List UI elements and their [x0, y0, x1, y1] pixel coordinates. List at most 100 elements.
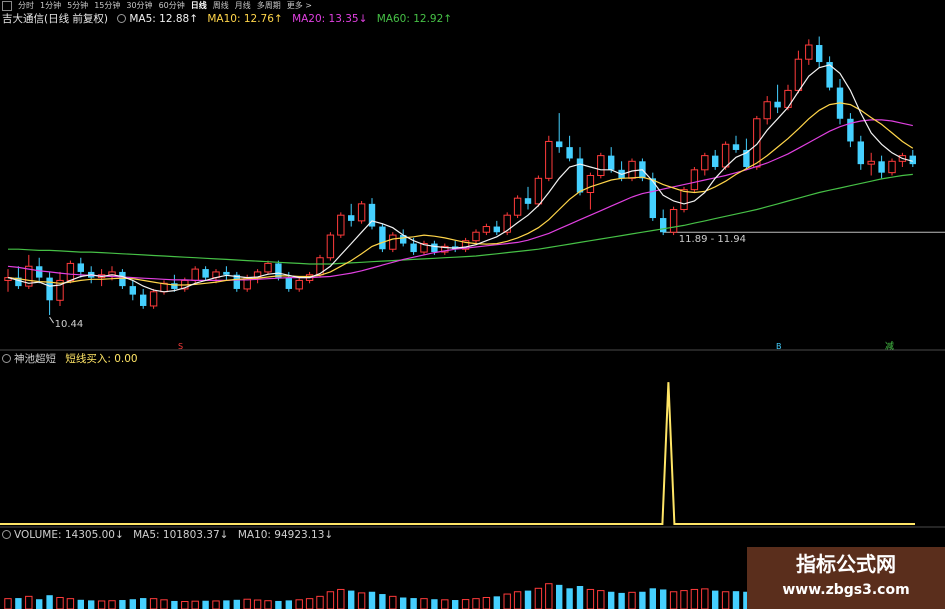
candle-body [66, 262, 75, 281]
candle-body [712, 155, 719, 167]
volume-bar [212, 600, 220, 609]
volume-bar [326, 591, 335, 609]
volume-bar [66, 598, 75, 609]
candle-body [46, 277, 53, 301]
candle-body [36, 266, 43, 278]
volume-bar [160, 599, 168, 609]
candle-body [503, 214, 511, 233]
candle-body [389, 234, 397, 250]
volume-bar [337, 588, 345, 609]
candle-body [493, 226, 500, 233]
watermark-title: 指标公式网 [796, 552, 896, 576]
volume-bar [431, 599, 438, 609]
candle-body [566, 147, 573, 159]
volume-bar [461, 599, 470, 609]
volume-bar [701, 588, 709, 609]
volume-bar [36, 599, 43, 609]
volume-bar [77, 599, 84, 609]
watermark-logo: 指标公式网 www.zbgs3.com [747, 547, 945, 609]
ma60-line [8, 173, 913, 265]
candle-body [202, 269, 209, 278]
volume-bar [534, 587, 543, 609]
candle-body [847, 118, 854, 142]
volume-bar [524, 590, 532, 609]
volume-bar [316, 595, 324, 609]
volume-bar [586, 588, 595, 609]
volume-bar [452, 600, 459, 609]
candle-body [701, 155, 709, 171]
volume-bar [97, 600, 106, 609]
volume-bar [472, 598, 480, 609]
volume-bar [576, 586, 584, 609]
volume-bar [171, 600, 178, 609]
candle-body [669, 209, 678, 233]
volume-bar [285, 600, 292, 609]
volume-bar [556, 584, 563, 609]
volume-bar [368, 591, 376, 609]
low-point-label: 10.44 [55, 319, 84, 330]
marker-sell: 减 [885, 340, 894, 352]
marker-b: B [776, 342, 782, 351]
stock-chart[interactable]: 10.44 11.89 - 11.94 S B 减 [0, 0, 945, 609]
candle-body [223, 271, 230, 275]
ma5-line [7, 64, 913, 293]
volume-bar [680, 590, 688, 609]
volume-bar [181, 601, 189, 609]
candle-body [77, 263, 84, 272]
candle-body [732, 144, 740, 150]
volume-bar [482, 597, 491, 609]
volume-bar [243, 598, 251, 609]
candle-body [545, 140, 553, 179]
candle-body [534, 177, 543, 205]
volume-bar [618, 592, 625, 609]
signal-line [0, 382, 915, 525]
volume-bar [420, 598, 428, 609]
volume-bar [119, 600, 126, 609]
low-point-pointer [49, 316, 55, 324]
volume-bar [493, 596, 500, 609]
volume-bar [88, 600, 95, 609]
volume-bar [513, 591, 522, 609]
candle-body [524, 198, 532, 204]
volume-bar [46, 595, 53, 609]
candle-body [513, 197, 522, 216]
candle-body [608, 155, 615, 170]
volume-bar [410, 598, 417, 609]
candle-body [482, 226, 491, 233]
volume-bar [25, 595, 33, 609]
volume-bar [233, 599, 240, 609]
candle-body [129, 286, 136, 295]
volume-bar [389, 595, 397, 609]
volume-bar [649, 588, 656, 609]
volume-bar [639, 591, 646, 609]
volume-bar [275, 600, 282, 609]
candle-body [410, 243, 417, 253]
volume-bar [348, 590, 355, 609]
volume-bar [295, 599, 303, 609]
candle-body [348, 215, 355, 221]
volume-bar [732, 591, 740, 609]
volume-bar [305, 598, 314, 609]
candle-body [337, 214, 345, 236]
candle-body [326, 234, 335, 259]
candle-body [119, 271, 126, 287]
candle-body [191, 268, 199, 281]
candle-body [888, 160, 896, 174]
volume-bar [191, 600, 199, 609]
candle-body [379, 226, 386, 250]
volume-bar [628, 591, 636, 609]
volume-bar [400, 597, 407, 609]
volume-bar [253, 599, 262, 609]
volume-bar [202, 600, 209, 609]
candle-body [816, 45, 823, 63]
volume-bar [441, 599, 449, 609]
volume-bar [566, 588, 573, 609]
volume-bar [264, 600, 272, 609]
volume-bar [660, 589, 667, 609]
candle-body [857, 141, 864, 165]
candle-body [264, 262, 272, 273]
candle-body [140, 294, 147, 306]
volume-bar [15, 598, 22, 609]
candle-body [285, 277, 292, 289]
candle-body [586, 174, 595, 194]
